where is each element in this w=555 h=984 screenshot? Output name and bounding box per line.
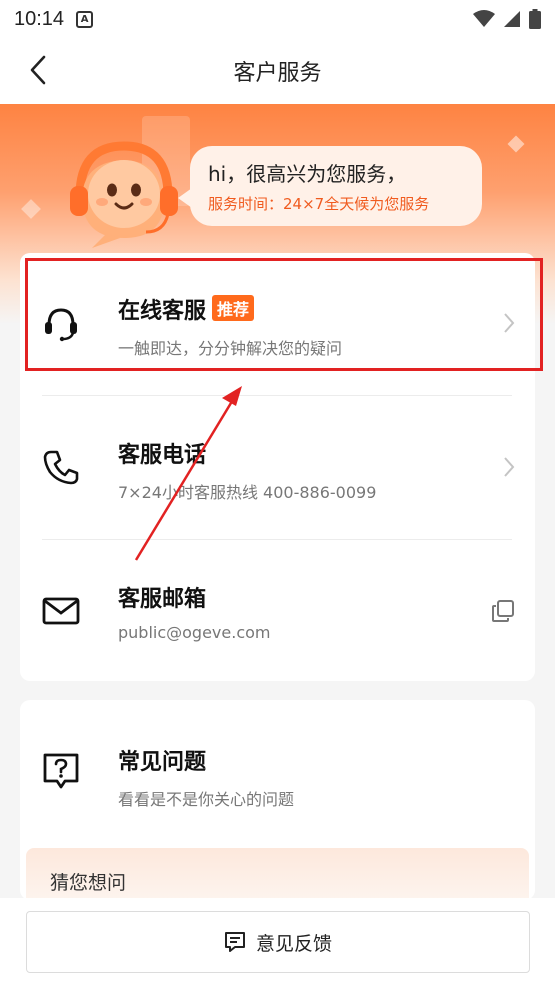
service-phone-title: 客服电话 — [118, 443, 207, 468]
faq-subtitle: 看看是不是你关心的问题 — [118, 790, 295, 809]
online-service-title: 在线客服 推荐 — [118, 293, 255, 325]
copy-icon[interactable] — [491, 599, 515, 623]
back-arrow-icon — [30, 55, 46, 85]
system-icons — [473, 9, 541, 29]
decoration-shape — [507, 135, 525, 153]
service-hours-text: 服务时间：24×7全天候为您服务 — [208, 195, 430, 213]
faq-card[interactable]: 常见问题 看看是不是你关心的问题 猜您想问 — [20, 700, 535, 900]
guess-section-header: 猜您想问 — [26, 848, 529, 900]
feedback-button[interactable]: 意见反馈 — [26, 911, 530, 973]
wifi-icon — [473, 10, 495, 27]
mascot-avatar-icon — [70, 141, 178, 248]
service-email-title: 客服邮箱 — [118, 587, 207, 612]
faq-row[interactable]: 常见问题 看看是不是你关心的问题 — [20, 700, 535, 840]
nav-bar: 客户服务 — [0, 38, 555, 104]
status-bar: 10:14 A — [0, 0, 555, 38]
greeting-bubble: hi，很高兴为您服务， 服务时间：24×7全天候为您服务 — [178, 146, 482, 226]
service-phone-row[interactable]: 客服电话 7×24小时客服热线 400-886-0099 — [20, 397, 535, 537]
faq-title: 常见问题 — [118, 750, 207, 775]
service-email-row[interactable]: 客服邮箱 public@ogeve.com — [20, 541, 535, 681]
question-bubble-icon — [40, 749, 82, 791]
signal-icon — [504, 11, 520, 27]
service-email-address: public@ogeve.com — [118, 623, 271, 642]
greeting-text: hi，很高兴为您服务， — [208, 162, 407, 186]
guess-label: 猜您想问 — [50, 872, 127, 894]
divider — [42, 539, 512, 540]
feedback-icon — [224, 932, 245, 952]
phone-icon — [40, 446, 82, 488]
recommend-badge: 推荐 — [212, 295, 255, 321]
page-title: 客户服务 — [233, 61, 322, 86]
online-service-subtitle: 一触即达，分分钟解决您的疑问 — [118, 339, 343, 358]
mail-icon — [40, 590, 82, 632]
contact-options-card: 在线客服 推荐 一触即达，分分钟解决您的疑问 客服电话 7×24小时客服热线 40… — [20, 253, 535, 681]
chevron-right-icon — [504, 313, 515, 333]
notification-icon: A — [76, 10, 94, 28]
divider — [42, 395, 512, 396]
status-time: 10:14 — [14, 7, 65, 30]
back-button[interactable] — [18, 50, 58, 90]
battery-icon — [529, 9, 541, 29]
online-service-row[interactable]: 在线客服 推荐 一触即达，分分钟解决您的疑问 — [20, 253, 535, 393]
decoration-shape — [21, 199, 41, 219]
chevron-right-icon — [504, 457, 515, 477]
feedback-label: 意见反馈 — [255, 932, 332, 955]
headset-icon — [40, 302, 82, 344]
service-phone-subtitle: 7×24小时客服热线 400-886-0099 — [118, 483, 377, 502]
bottom-bar: 意见反馈 — [0, 898, 555, 984]
